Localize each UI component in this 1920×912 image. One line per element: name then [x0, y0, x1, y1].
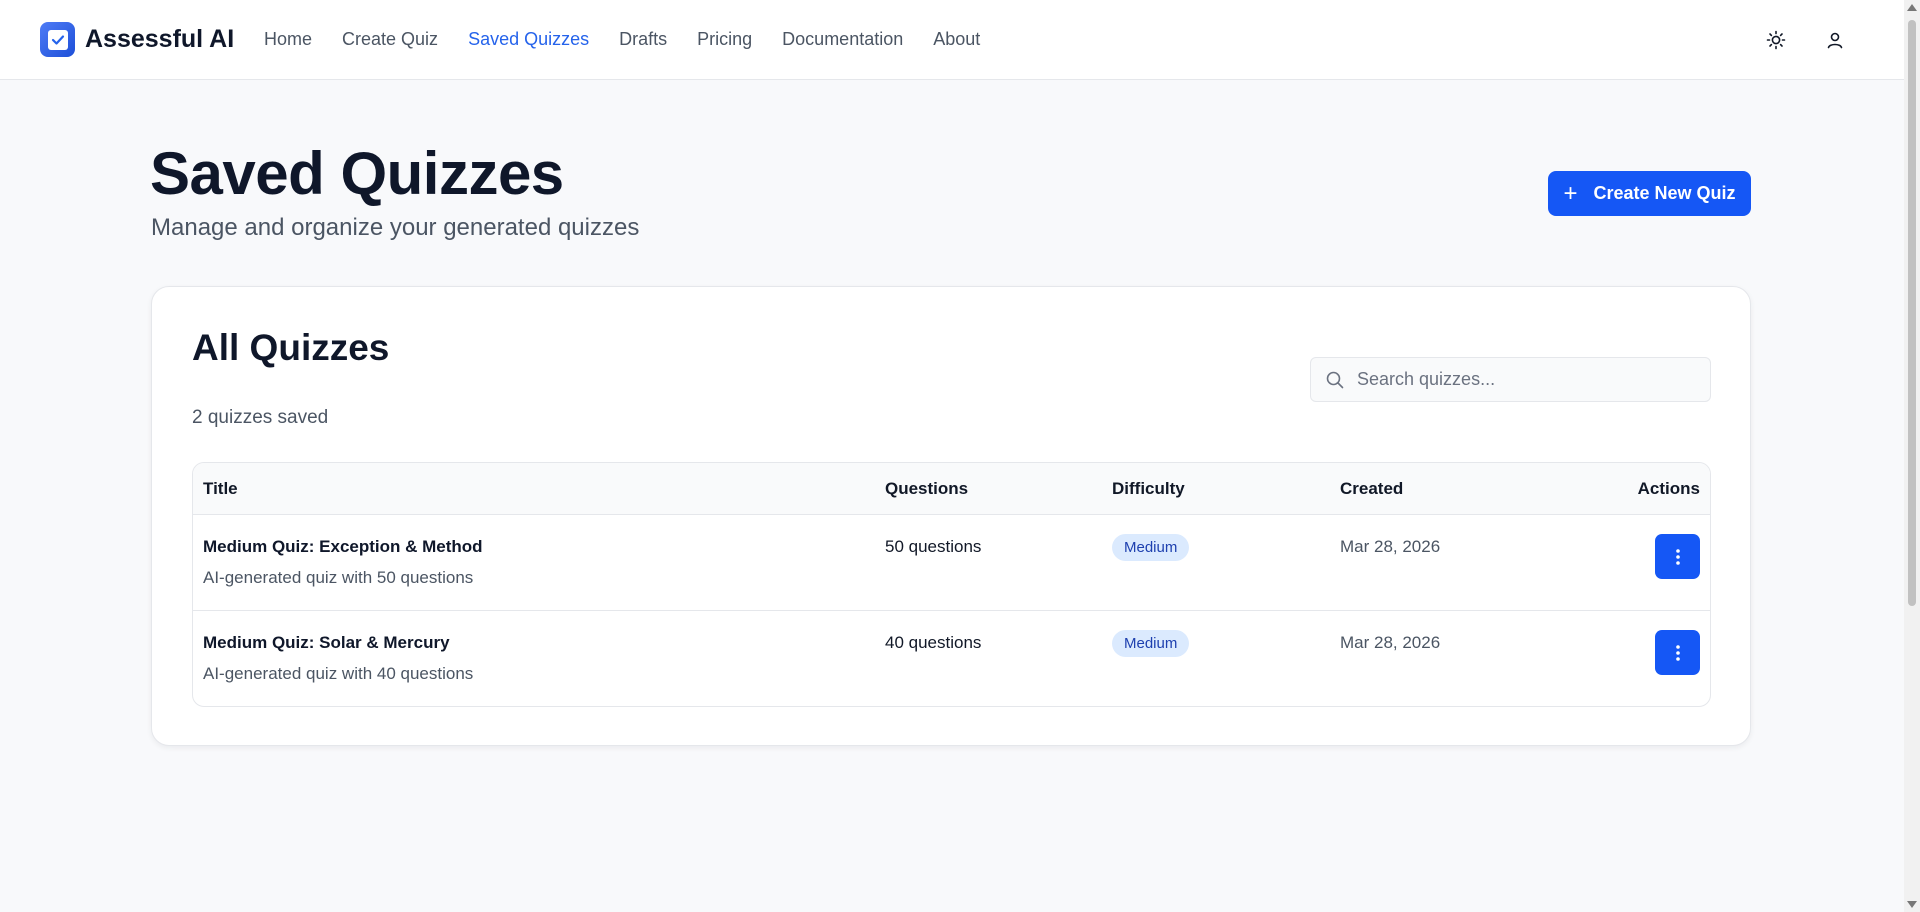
create-new-quiz-label: Create New Quiz: [1593, 183, 1736, 203]
checkbox-icon: [40, 22, 75, 57]
search-icon: [1326, 371, 1344, 388]
column-header-difficulty: Difficulty: [1112, 479, 1185, 498]
more-vertical-icon: [1675, 644, 1680, 661]
card-title: All Quizzes: [192, 327, 390, 368]
quiz-question-count: 50 questions: [885, 537, 982, 556]
difficulty-badge: Medium: [1112, 630, 1190, 657]
column-header-questions: Questions: [885, 479, 969, 498]
page-title: Saved Quizzes: [150, 140, 564, 207]
nav-item-about[interactable]: About: [933, 29, 980, 50]
page: Assessful AI Home Create Quiz Saved Quiz…: [0, 0, 1920, 912]
app-name: Assessful AI: [85, 25, 235, 53]
quiz-description: AI-generated quiz with 40 questions: [203, 664, 474, 683]
column-header-created: Created: [1340, 479, 1404, 498]
table-header: Title Questions Difficulty Created Actio…: [193, 463, 1710, 515]
scroll-down-arrow-icon[interactable]: [1907, 901, 1917, 908]
quiz-title[interactable]: Medium Quiz: Solar & Mercury: [203, 633, 450, 653]
column-header-title: Title: [203, 479, 238, 498]
quiz-question-count: 40 questions: [885, 633, 982, 652]
row-actions-button[interactable]: [1655, 630, 1700, 675]
top-navbar: Assessful AI Home Create Quiz Saved Quiz…: [0, 0, 1904, 80]
column-header-actions: Actions: [1637, 479, 1700, 498]
brand[interactable]: Assessful AI: [40, 22, 234, 57]
quiz-description: AI-generated quiz with 50 questions: [203, 568, 474, 587]
scrollbar-thumb[interactable]: [1908, 20, 1916, 606]
quiz-created-date: Mar 28, 2026: [1340, 537, 1441, 556]
nav-item-home[interactable]: Home: [264, 29, 312, 50]
row-actions-button[interactable]: [1655, 534, 1700, 579]
nav-item-pricing[interactable]: Pricing: [697, 29, 752, 50]
page-scrollbar[interactable]: [1904, 0, 1920, 912]
table-row[interactable]: Medium Quiz: Solar & Mercury AI-generate…: [193, 611, 1710, 706]
user-icon: [1827, 32, 1843, 49]
plus-icon: +: [1563, 179, 1578, 207]
main-nav: Home Create Quiz Saved Quizzes Drafts Pr…: [264, 29, 1010, 50]
search-input[interactable]: [1357, 369, 1697, 390]
more-vertical-icon: [1675, 548, 1680, 565]
nav-item-saved-quizzes[interactable]: Saved Quizzes: [468, 29, 589, 50]
quiz-created-date: Mar 28, 2026: [1340, 633, 1441, 652]
quizzes-table: Title Questions Difficulty Created Actio…: [192, 462, 1711, 707]
table-row[interactable]: Medium Quiz: Exception & Method AI-gener…: [193, 515, 1710, 611]
difficulty-badge: Medium: [1112, 534, 1190, 561]
profile-button[interactable]: [1819, 24, 1851, 56]
quiz-count: 2 quizzes saved: [192, 407, 329, 428]
quiz-title[interactable]: Medium Quiz: Exception & Method: [203, 537, 483, 557]
create-new-quiz-button[interactable]: + Create New Quiz: [1548, 171, 1751, 216]
scroll-up-arrow-icon[interactable]: [1907, 4, 1917, 11]
nav-item-create-quiz[interactable]: Create Quiz: [342, 29, 438, 50]
sun-icon: [1766, 30, 1786, 50]
nav-item-drafts[interactable]: Drafts: [619, 29, 667, 50]
search-box[interactable]: [1310, 357, 1711, 402]
quizzes-card: All Quizzes 2 quizzes saved Title Questi…: [151, 286, 1751, 746]
page-subtitle: Manage and organize your generated quizz…: [151, 214, 640, 241]
theme-toggle-button[interactable]: [1760, 24, 1792, 56]
nav-item-documentation[interactable]: Documentation: [782, 29, 903, 50]
